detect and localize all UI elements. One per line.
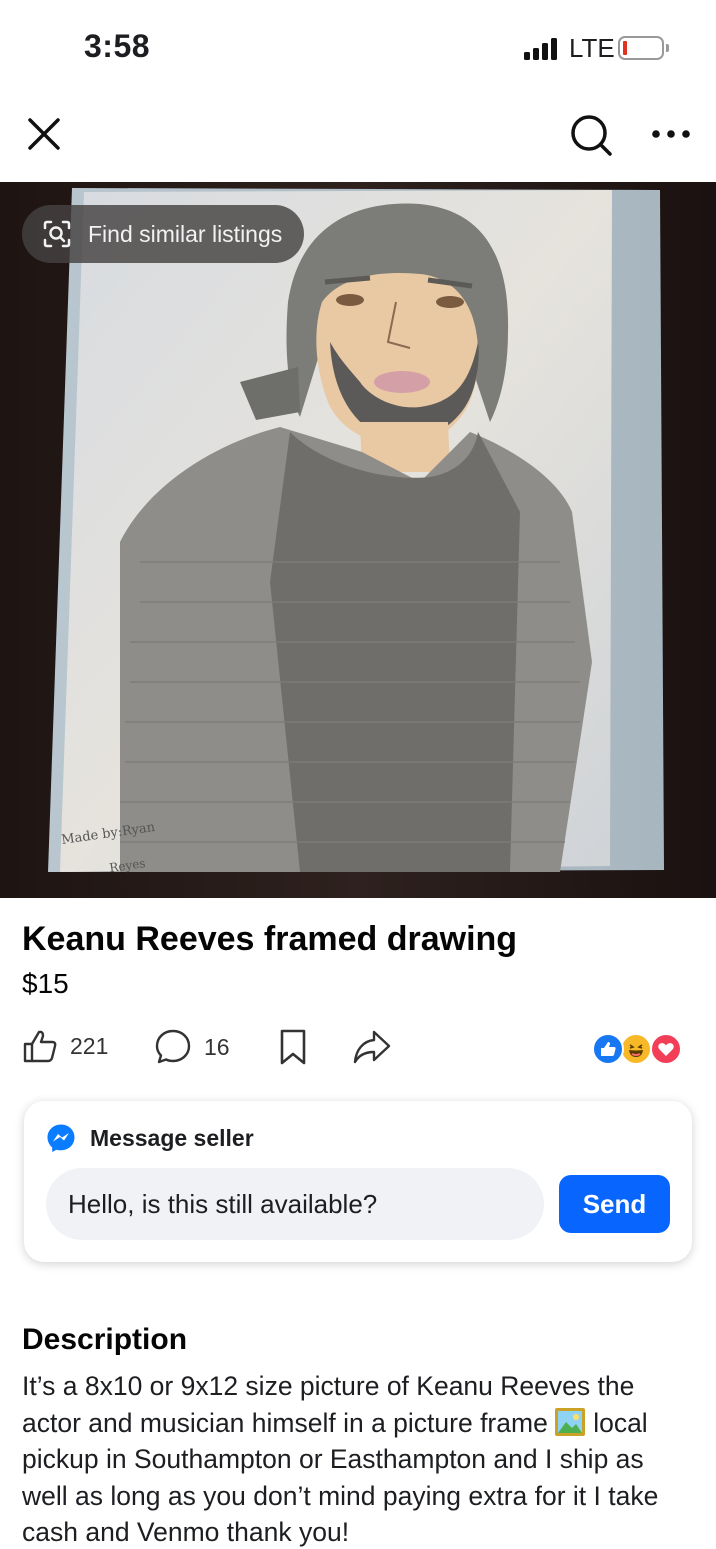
status-time: 3:58 bbox=[84, 28, 151, 64]
like-reaction-icon bbox=[592, 1033, 624, 1065]
like-button[interactable]: 221 bbox=[22, 1028, 108, 1064]
message-seller-label: Message seller bbox=[90, 1124, 254, 1151]
search-button[interactable] bbox=[564, 108, 618, 162]
description-text: It’s a 8x10 or 9x12 size picture of Kean… bbox=[22, 1368, 694, 1549]
haha-reaction-icon bbox=[620, 1033, 652, 1065]
search-icon bbox=[571, 115, 612, 156]
framed-picture-icon bbox=[554, 1406, 586, 1438]
comment-count: 16 bbox=[204, 1033, 230, 1060]
comment-button[interactable]: 16 bbox=[154, 1028, 230, 1066]
share-button[interactable] bbox=[352, 1028, 392, 1066]
close-button[interactable] bbox=[20, 110, 68, 158]
message-seller-header: Message seller bbox=[46, 1123, 254, 1153]
find-similar-label: Find similar listings bbox=[88, 220, 283, 247]
love-reaction-icon bbox=[650, 1033, 682, 1065]
message-seller-card: Message seller Send bbox=[24, 1101, 692, 1262]
save-button[interactable] bbox=[278, 1028, 308, 1066]
description-heading: Description bbox=[22, 1323, 188, 1356]
action-row: 221 16 bbox=[0, 1020, 716, 1078]
like-count: 221 bbox=[70, 1032, 109, 1059]
share-icon bbox=[353, 1030, 391, 1064]
messenger-icon bbox=[47, 1124, 75, 1152]
bookmark-icon bbox=[280, 1029, 306, 1065]
network-label: LTE bbox=[569, 33, 615, 63]
more-button[interactable] bbox=[648, 110, 694, 158]
description-body: It’s a 8x10 or 9x12 size picture of Kean… bbox=[22, 1371, 635, 1438]
listing-photo[interactable]: Made by:Ryan Reyes bbox=[0, 182, 716, 898]
visual-search-icon bbox=[43, 220, 71, 248]
listing-title: Keanu Reeves framed drawing bbox=[22, 920, 518, 958]
send-button[interactable]: Send bbox=[559, 1175, 670, 1233]
message-input[interactable] bbox=[46, 1168, 544, 1240]
status-bar: 3:58 LTE bbox=[0, 0, 716, 96]
close-icon bbox=[28, 118, 60, 150]
thumbs-up-icon bbox=[23, 1030, 57, 1063]
more-icon bbox=[652, 130, 690, 138]
signal-icon bbox=[524, 38, 560, 60]
top-nav bbox=[0, 96, 716, 182]
listing-price: $15 bbox=[22, 968, 69, 999]
find-similar-button[interactable]: Find similar listings bbox=[22, 205, 305, 263]
comment-icon bbox=[155, 1029, 191, 1064]
drawing-image: Made by:Ryan Reyes bbox=[0, 182, 716, 898]
battery-icon bbox=[618, 36, 664, 60]
reaction-summary[interactable] bbox=[592, 1033, 686, 1067]
